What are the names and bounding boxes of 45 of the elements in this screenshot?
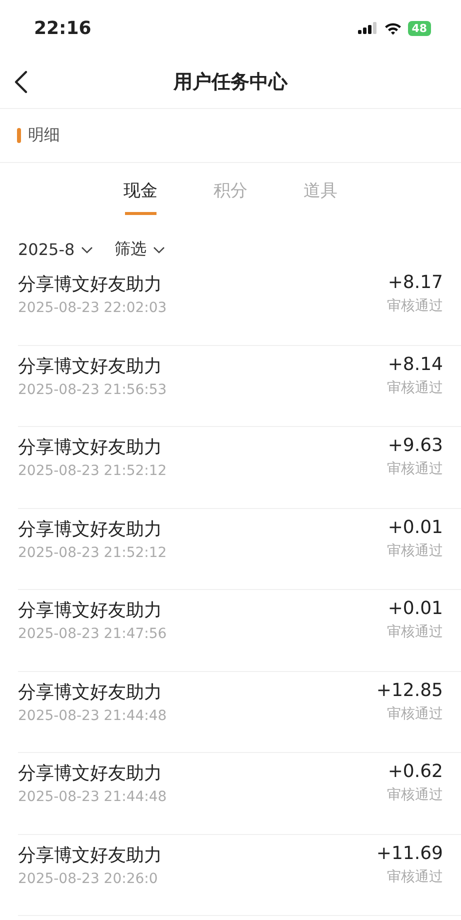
record-amount: +0.62 xyxy=(388,761,443,782)
record-status: 审核通过 xyxy=(387,378,443,396)
chevron-down-icon xyxy=(80,246,93,254)
tab[interactable]: 现金 xyxy=(120,179,162,215)
record-status: 审核通过 xyxy=(387,786,443,804)
record-title: 分享博文好友助力 xyxy=(18,436,163,459)
record-amount: +0.01 xyxy=(388,516,443,538)
filter-dropdown[interactable]: 2025-8 xyxy=(18,239,93,260)
record-time: 2025-08-23 21:44:48 xyxy=(18,708,167,724)
record-title: 分享博文好友助力 xyxy=(18,680,163,704)
record-title: 分享博文好友助力 xyxy=(18,844,162,866)
record-title: 分享博文好友助力 xyxy=(18,354,163,378)
record-status: 审核通过 xyxy=(387,704,443,722)
wifi-icon xyxy=(384,22,402,34)
section-marker xyxy=(17,128,21,143)
record-amount: +11.69 xyxy=(376,842,443,864)
record-time: 2025-08-23 21:44:48 xyxy=(18,789,167,805)
record-time: 2025-08-23 20:26:0 xyxy=(18,870,159,886)
record-time: 2025-08-23 22:02:03 xyxy=(18,300,167,316)
chevron-down-icon xyxy=(152,246,165,254)
record-status: 审核通过 xyxy=(387,460,443,478)
record-amount: +12.85 xyxy=(376,680,443,700)
back-icon[interactable] xyxy=(14,70,28,94)
record-status: 审核通过 xyxy=(387,542,443,560)
record-time: 2025-08-23 21:52:12 xyxy=(18,463,167,479)
record-amount: +8.14 xyxy=(388,354,443,374)
record-time: 2025-08-23 21:52:12 xyxy=(18,544,167,560)
record-time: 2025-08-23 21:56:53 xyxy=(18,382,167,398)
record-status: 审核通过 xyxy=(387,623,443,641)
record-title: 分享博文好友助力 xyxy=(18,518,163,540)
record-amount: +8.17 xyxy=(388,272,443,293)
battery-icon: 48 xyxy=(408,20,431,36)
signal-icon xyxy=(358,22,378,34)
record-status: 审核通过 xyxy=(387,297,443,315)
record-title: 分享博文好友助力 xyxy=(18,273,163,296)
record-time: 2025-08-23 21:47:56 xyxy=(18,626,167,642)
record-title: 分享博文好友助力 xyxy=(18,599,163,622)
status-time: 22:16 xyxy=(34,18,92,38)
filter-dropdown[interactable]: 筛选 xyxy=(114,239,165,260)
record-amount: +0.01 xyxy=(388,598,443,619)
section-title: 明细 xyxy=(28,125,60,146)
record-amount: +9.63 xyxy=(388,435,443,456)
page-title: 用户任务中心 xyxy=(174,70,288,95)
record-status: 审核通过 xyxy=(387,868,443,886)
record-title: 分享博文好友助力 xyxy=(18,762,163,785)
